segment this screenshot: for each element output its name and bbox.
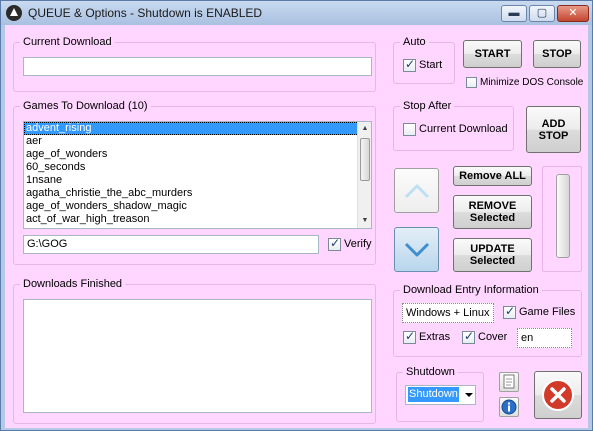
verify-label: Verify	[344, 238, 372, 250]
stop-after-label: Stop After	[400, 99, 455, 113]
queue-options-window: QUEUE & Options - Shutdown is ENABLED ▬ …	[0, 0, 593, 431]
games-to-download-label: Games To Download (10)	[20, 99, 151, 113]
language-field[interactable]: en	[517, 328, 572, 348]
stop-button[interactable]: STOP	[533, 40, 581, 68]
game-files-label: Game Files	[519, 306, 576, 318]
vertical-slider[interactable]	[556, 174, 570, 258]
shutdown-label: Shutdown	[403, 365, 458, 379]
list-item[interactable]: 1nsane	[24, 174, 371, 187]
document-icon	[503, 374, 515, 389]
close-window-button[interactable]: ✕	[557, 5, 589, 22]
list-item[interactable]: agatha_christie_the_abc_murders	[24, 187, 371, 200]
stop-after-current-label: Current Download	[419, 123, 508, 135]
list-item[interactable]: advent_rising	[24, 122, 371, 135]
dropdown-arrow-icon	[465, 393, 473, 397]
auto-label: Auto	[400, 35, 429, 49]
cover-checkbox[interactable]	[462, 329, 475, 344]
auto-start-checkbox[interactable]	[403, 57, 416, 72]
remove-all-button[interactable]: Remove ALL	[453, 166, 532, 186]
scroll-down-arrow-icon[interactable]: ▼	[358, 214, 371, 228]
info-button[interactable]	[499, 397, 519, 417]
vertical-slider-panel	[542, 166, 582, 272]
games-list[interactable]: advent_rising aer age_of_wonders 60_seconds…	[23, 121, 372, 229]
update-selected-button[interactable]: UPDATE Selected	[453, 238, 532, 272]
chevron-up-icon	[404, 184, 429, 198]
add-stop-button[interactable]: ADD STOP	[526, 106, 581, 153]
games-list-scrollbar[interactable]: ▲ ▼	[357, 122, 371, 228]
list-item[interactable]: 60_seconds	[24, 161, 371, 174]
scroll-up-arrow-icon[interactable]: ▲	[358, 122, 371, 136]
minimize-dos-checkbox[interactable]	[466, 77, 477, 88]
client-area: Current Download Auto Start START STOP M…	[5, 25, 588, 428]
platform-field[interactable]: Windows + Linux	[402, 303, 494, 323]
current-download-label: Current Download	[20, 35, 115, 49]
info-icon	[501, 399, 517, 415]
extras-checkbox[interactable]	[403, 329, 416, 344]
list-item[interactable]: age_of_wonders	[24, 148, 371, 161]
downloads-finished-label: Downloads Finished	[20, 277, 126, 291]
shutdown-select-value: Shutdown	[408, 387, 459, 402]
app-icon	[6, 5, 22, 21]
maximize-button[interactable]: ▢	[529, 5, 555, 22]
games-list-items: advent_rising aer age_of_wonders 60_seconds…	[24, 122, 371, 226]
close-circle-icon	[542, 379, 574, 411]
stop-after-current-checkbox[interactable]	[403, 123, 416, 136]
downloads-finished-list[interactable]	[23, 299, 372, 413]
cover-label: Cover	[478, 331, 508, 343]
title-bar[interactable]: QUEUE & Options - Shutdown is ENABLED ▬ …	[1, 1, 592, 25]
remove-selected-button[interactable]: REMOVE Selected	[453, 195, 532, 229]
scroll-thumb[interactable]	[360, 138, 370, 181]
shutdown-select[interactable]: Shutdown	[405, 385, 476, 405]
minimize-dos-label: Minimize DOS Console	[480, 77, 584, 88]
list-item[interactable]: act_of_war_high_treason	[24, 213, 371, 226]
notes-button[interactable]	[499, 372, 519, 392]
move-up-button[interactable]	[394, 168, 439, 213]
move-down-button[interactable]	[394, 227, 439, 272]
start-button[interactable]: START	[463, 40, 522, 68]
entry-info-label: Download Entry Information	[400, 283, 542, 297]
current-download-field[interactable]	[23, 57, 372, 76]
minimize-button[interactable]: ▬	[501, 5, 527, 22]
list-item[interactable]: age_of_wonders_shadow_magic	[24, 200, 371, 213]
chevron-down-icon	[404, 242, 429, 256]
close-dialog-button[interactable]	[534, 371, 582, 419]
window-title: QUEUE & Options - Shutdown is ENABLED	[28, 6, 263, 20]
game-files-checkbox[interactable]	[503, 304, 516, 319]
download-path-field[interactable]: G:\GOG	[23, 235, 319, 254]
auto-start-label: Start	[419, 59, 443, 71]
verify-checkbox[interactable]	[328, 236, 341, 251]
list-item[interactable]: aer	[24, 135, 371, 148]
extras-label: Extras	[419, 331, 451, 343]
